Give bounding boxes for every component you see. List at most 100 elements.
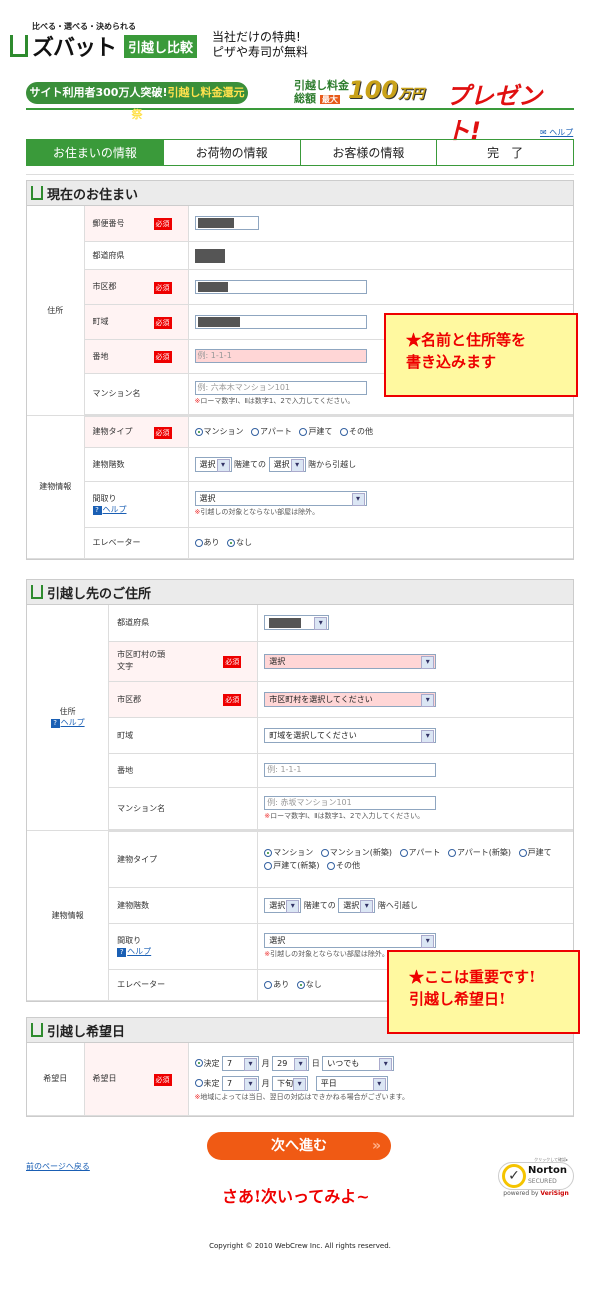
radio-icon[interactable] (264, 980, 273, 989)
radio-option[interactable]: マンション (264, 848, 313, 857)
radio-option[interactable]: アパート (399, 848, 440, 857)
mansion-input[interactable]: 例: 赤坂マンション101 (264, 795, 437, 810)
radio-option[interactable]: あり (194, 538, 220, 547)
logo[interactable]: ズバット (10, 30, 117, 62)
radio-icon[interactable] (264, 848, 273, 857)
city-select[interactable]: 市区町村を選択してください (264, 691, 437, 707)
madori-select[interactable]: 選択 (194, 491, 367, 506)
radio-icon[interactable] (320, 848, 329, 857)
pref-select[interactable] (264, 615, 330, 631)
roman-note: ※ローマ数字Ⅰ、Ⅱは数字1、2で入力してください。 (194, 397, 355, 405)
help-link[interactable]: ヘルプ (61, 718, 85, 727)
field-label: 都道府県 (117, 618, 150, 628)
radio-icon[interactable] (296, 980, 305, 989)
field-label: 間取り (92, 494, 117, 503)
banner-max: 最大 (319, 95, 340, 104)
radio-option[interactable]: あり (264, 980, 289, 989)
radio-label: 戸建て (527, 848, 552, 857)
redacted-value (269, 618, 302, 629)
callout-line: ★ここは重要です! (409, 968, 536, 986)
town-select[interactable]: 町域を選択してください (264, 727, 437, 743)
group-label: 建物情報 (27, 830, 109, 1001)
progress-steps: お住まいの情報 お荷物の情報 お客様の情報 完 了 (26, 139, 574, 166)
radio-option[interactable]: マンション (194, 427, 244, 436)
next-button[interactable]: 次へ進む » (207, 1132, 391, 1160)
mansion-input[interactable]: 例: 六本木マンション101 (194, 381, 367, 395)
field-label: 間取り (117, 936, 142, 945)
radio-option[interactable]: 戸建て(新築) (264, 861, 319, 870)
help-link[interactable]: ヘルプ (103, 505, 127, 514)
copyright: Copyright © 2010 WebCrew Inc. All rights… (209, 1242, 391, 1250)
checkmark-icon: ✓ (502, 1164, 526, 1188)
campaign-banner[interactable]: サイト利用者300万人突破!引越し料金還元祭 引越し料金 総額 最大 100万円 … (26, 76, 574, 145)
back-link[interactable]: 前のページへ戻る (26, 1161, 90, 1172)
madori-note: ※引越しの対象とならない部屋は除外。 (194, 508, 320, 516)
radio-option[interactable]: その他 (339, 427, 373, 436)
radio-option[interactable]: 戸建て (299, 427, 332, 436)
postal-input[interactable] (194, 216, 259, 231)
help-link[interactable]: ✉ ヘルプ (540, 127, 573, 138)
radio-option[interactable]: マンション(新築) (320, 848, 392, 857)
radio-icon[interactable] (327, 861, 335, 870)
radio-icon[interactable] (194, 538, 203, 547)
radio-option[interactable]: アパート(新築) (447, 848, 512, 857)
town-input[interactable] (194, 314, 367, 329)
callout-line: 引越し希望日! (409, 990, 506, 1008)
total-floors-select[interactable]: 選択 (194, 456, 232, 472)
decided-radio[interactable] (194, 1059, 203, 1068)
total-floors-select[interactable]: 選択 (264, 897, 302, 913)
floor-select[interactable]: 選択 (338, 897, 376, 913)
section-header: 現在のお住まい (27, 181, 573, 206)
period-select[interactable]: 下旬 (272, 1075, 309, 1091)
next-button-label: 次へ進む (271, 1138, 327, 1154)
time-select[interactable]: いつでも (322, 1055, 395, 1071)
madori-select[interactable]: 選択 (264, 933, 437, 948)
radio-icon[interactable] (264, 861, 273, 870)
radio-icon[interactable] (194, 427, 203, 436)
redacted-value (197, 316, 240, 327)
day-select[interactable]: 29 (272, 1055, 310, 1071)
promo-text: 当社だけの特典! ピザや寿司が無料 (212, 30, 308, 60)
radio-label: なし (305, 980, 322, 989)
required-badge: 必須 (153, 218, 172, 231)
radio-label: 戸建て(新築) (273, 861, 320, 870)
radio-option[interactable]: 戸建て (518, 848, 552, 857)
step-4: 完 了 (436, 139, 574, 166)
banchi-input[interactable]: 例: 1-1-1 (194, 349, 367, 363)
field-label: 市区町村の頭文字 (117, 650, 166, 671)
radio-icon[interactable] (339, 427, 348, 436)
radio-icon[interactable] (447, 848, 456, 857)
radio-option[interactable]: なし (227, 538, 252, 547)
field-label: エレベーター (117, 980, 166, 989)
month-select[interactable]: 7 (222, 1055, 260, 1071)
annotation-text: さあ!次いってみよ~ (222, 1187, 370, 1206)
banchi-input[interactable]: 例: 1-1-1 (264, 763, 437, 777)
floor-select[interactable]: 選択 (268, 456, 306, 472)
field-label: エレベーター (92, 538, 141, 547)
radio-option[interactable]: アパート (251, 427, 292, 436)
pref-value-redacted (194, 248, 225, 263)
city-input[interactable] (194, 279, 367, 294)
radio-option[interactable]: その他 (327, 861, 360, 870)
radio-icon[interactable] (399, 848, 408, 857)
radio-icon[interactable] (251, 427, 260, 436)
field-label: マンション名 (92, 389, 141, 398)
radio-label: アパート(新築) (456, 848, 512, 857)
month-unit: 月 (261, 1058, 270, 1068)
radio-icon[interactable] (227, 538, 236, 547)
radio-icon[interactable] (299, 427, 308, 436)
help-link[interactable]: ヘルプ (127, 947, 151, 956)
month-select-2[interactable]: 7 (222, 1075, 260, 1091)
house-icon (31, 186, 43, 200)
weekday-select[interactable]: 平日 (315, 1075, 388, 1091)
radio-option[interactable]: なし (296, 980, 322, 989)
radio-icon[interactable] (518, 848, 527, 857)
undecided-radio[interactable] (194, 1079, 203, 1088)
day-unit: 日 (311, 1058, 320, 1068)
section-title: 現在のお住まい (47, 187, 139, 203)
house-icon (31, 585, 43, 599)
undecided-label: 未定 (203, 1078, 220, 1088)
building-type-radios: マンション アパート 戸建て その他 (187, 415, 573, 448)
initial-select[interactable]: 選択 (264, 653, 437, 669)
norton-seal[interactable]: クリックして確認▸ ✓ Norton SECURED powered by Veri… (498, 1157, 574, 1201)
